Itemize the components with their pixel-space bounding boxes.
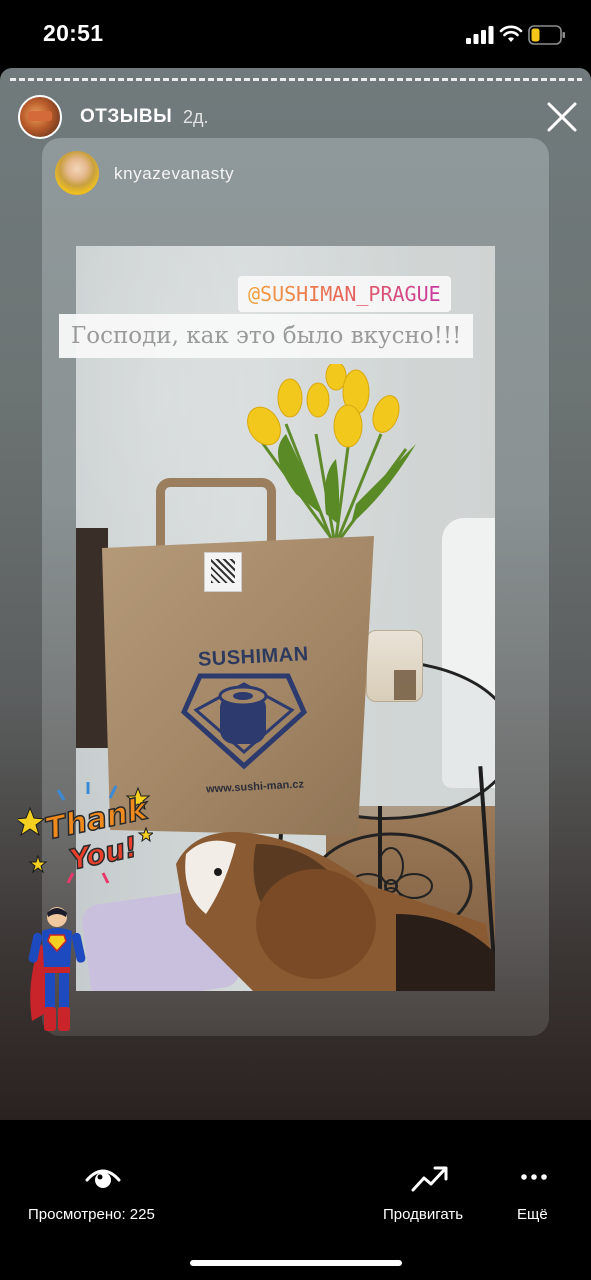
post-author-avatar[interactable] (55, 151, 99, 195)
reshared-post-card[interactable]: knyazevanasty SUSHIMAN www.sushi-man.cz … (42, 138, 549, 1036)
battery-low-icon (528, 25, 565, 45)
story-footer: Просмотрено: 225 Продвигать Ещё (0, 1120, 591, 1280)
story-progress-bar (10, 78, 582, 81)
close-icon[interactable] (545, 100, 579, 134)
thank-you-sticker[interactable]: Thank You! (18, 778, 153, 888)
promote-button[interactable]: Продвигать (383, 1206, 463, 1223)
views-count[interactable]: Просмотрено: 225 (28, 1206, 155, 1223)
wifi-icon (499, 25, 523, 42)
mention-text: @SUSHIMAN_PRAGUE (248, 282, 441, 306)
sushiman-logo (180, 673, 308, 770)
cellular-signal-icon (466, 26, 494, 44)
story-viewer[interactable]: ОТЗЫВЫ 2д. knyazevanasty SUSHIMAN www.su… (0, 68, 591, 1120)
mention-sticker[interactable]: @SUSHIMAN_PRAGUE (238, 276, 451, 312)
account-avatar[interactable] (18, 95, 62, 139)
qr-code-sticker (204, 552, 242, 592)
story-age: 2д. (183, 107, 209, 127)
home-indicator[interactable] (190, 1260, 402, 1266)
more-button[interactable]: Ещё (517, 1206, 548, 1223)
candle-label (394, 670, 416, 700)
superman-sticker[interactable] (26, 903, 88, 1037)
caption-text: Господи, как это было вкусно!!! (59, 314, 474, 358)
status-time: 20:51 (43, 20, 104, 46)
status-bar: 20:51 (0, 0, 591, 68)
eye-icon[interactable] (85, 1164, 121, 1192)
trending-up-icon[interactable] (411, 1164, 449, 1194)
account-name[interactable]: ОТЗЫВЫ (80, 106, 172, 128)
more-dots-icon[interactable] (521, 1172, 547, 1182)
beagle-dog (176, 832, 495, 991)
post-author-username[interactable]: knyazevanasty (114, 164, 234, 184)
